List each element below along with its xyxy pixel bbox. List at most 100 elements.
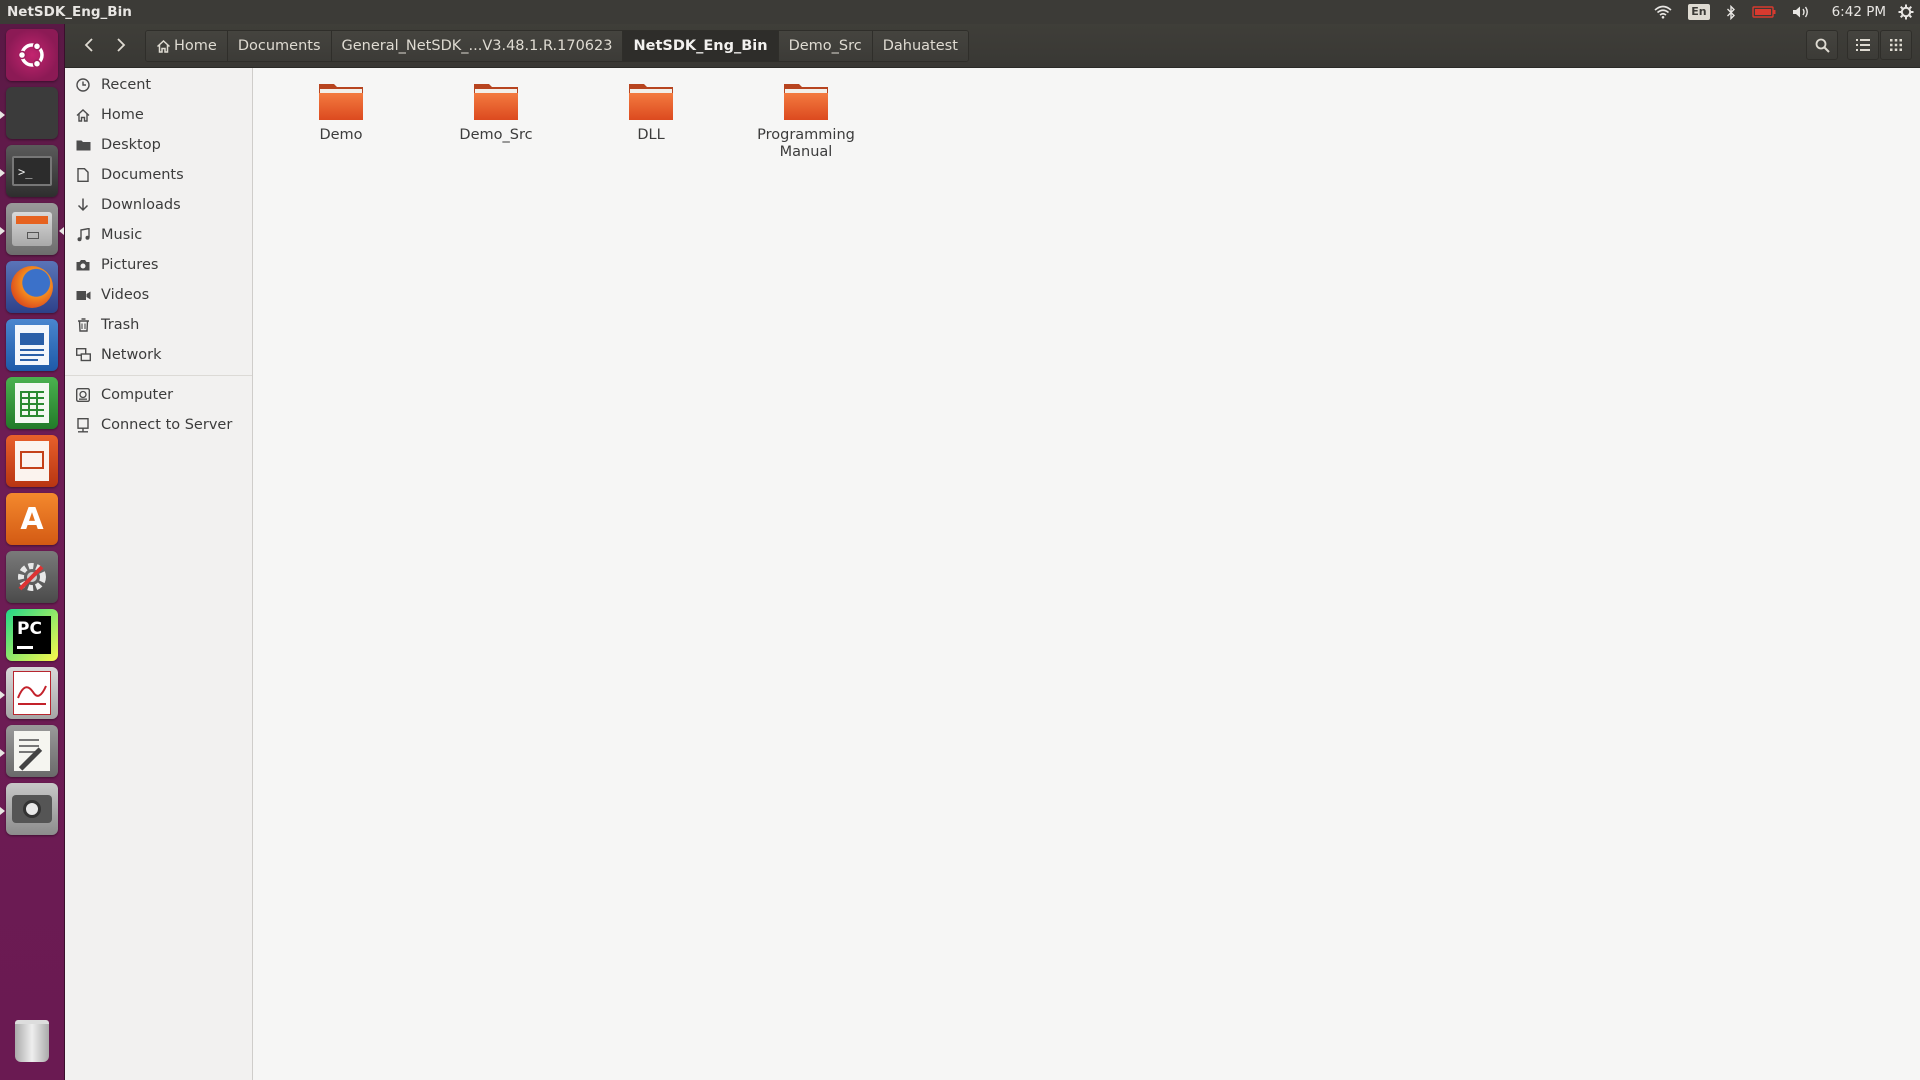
libreoffice-calc-icon[interactable]	[6, 377, 58, 429]
folder-icon	[75, 137, 91, 153]
sidebar-item-documents[interactable]: Documents	[65, 160, 252, 190]
sidebar-item-recent[interactable]: Recent	[65, 70, 252, 100]
sidebar-item-home[interactable]: Home	[65, 100, 252, 130]
sidebar-item-downloads[interactable]: Downloads	[65, 190, 252, 220]
breadcrumb-netsdk-eng-bin[interactable]: NetSDK_Eng_Bin	[623, 31, 779, 61]
file-view[interactable]: Demo Demo_Src DLL Programming Manual	[253, 68, 1920, 1080]
file-name: Programming Manual	[757, 127, 855, 160]
breadcrumb-label: Dahuatest	[882, 38, 958, 54]
breadcrumb-label: General_NetSDK_...V3.48.1.R.170623	[341, 38, 613, 54]
list-view-button[interactable]	[1847, 30, 1879, 60]
breadcrumb-label: Documents	[237, 38, 321, 54]
unity-launcher: >_ A PC	[0, 24, 65, 1080]
chevron-left-icon	[84, 38, 93, 52]
terminal-icon[interactable]: >_	[6, 145, 58, 197]
menu-button[interactable]	[1880, 30, 1912, 60]
breadcrumb-dahuatest[interactable]: Dahuatest	[872, 31, 968, 61]
firefox-icon[interactable]	[6, 261, 58, 313]
sidebar-item-label: Trash	[101, 317, 140, 333]
launcher-running-indicator	[0, 691, 5, 699]
ubuntu-dash-icon[interactable]	[6, 29, 58, 81]
sidebar-item-label: Network	[101, 347, 162, 363]
launcher-running-indicator	[0, 169, 5, 177]
folder-item-demo-src[interactable]: Demo_Src	[436, 80, 556, 144]
sidebar-separator	[65, 375, 252, 376]
folder-icon	[472, 80, 520, 122]
folder-icon	[317, 80, 365, 122]
sidebar-item-label: Videos	[101, 287, 150, 303]
forward-button[interactable]	[106, 30, 136, 60]
language-badge: En	[1688, 4, 1710, 20]
file-name: Demo_Src	[459, 127, 533, 143]
sidebar-item-label: Downloads	[101, 197, 181, 213]
ubuntu-software-icon[interactable]: A	[6, 493, 58, 545]
launcher-running-indicator	[0, 227, 5, 235]
keyboard-language-indicator[interactable]: En	[1680, 0, 1717, 24]
music-icon	[75, 227, 91, 243]
breadcrumb-documents[interactable]: Documents	[227, 31, 332, 61]
download-icon	[75, 197, 91, 213]
sidebar-item-music[interactable]: Music	[65, 220, 252, 250]
server-icon	[75, 417, 91, 433]
files-icon[interactable]	[6, 203, 58, 255]
folder-item-programming-manual[interactable]: Programming Manual	[746, 80, 866, 161]
sidebar-item-trash[interactable]: Trash	[65, 310, 252, 340]
grid-menu-icon	[1890, 39, 1902, 51]
folder-item-dll[interactable]: DLL	[591, 80, 711, 144]
libreoffice-writer-icon[interactable]	[6, 319, 58, 371]
document-viewer-icon[interactable]	[6, 667, 58, 719]
sidebar-item-label: Pictures	[101, 257, 159, 273]
sidebar-item-pictures[interactable]: Pictures	[65, 250, 252, 280]
network-icon	[75, 347, 91, 363]
launcher-running-indicator	[0, 749, 5, 757]
video-icon	[75, 287, 91, 303]
trash-launcher-icon[interactable]	[6, 1015, 58, 1067]
document-icon	[75, 167, 91, 183]
system-settings-gear-icon[interactable]	[1896, 0, 1920, 24]
clock[interactable]: 6:42 PM	[1820, 0, 1896, 24]
sidebar-item-desktop[interactable]: Desktop	[65, 130, 252, 160]
bluetooth-icon[interactable]	[1718, 0, 1744, 24]
header-bar: Home Documents General_NetSDK_...V3.48.1…	[65, 24, 1920, 68]
libreoffice-impress-icon[interactable]	[6, 435, 58, 487]
folder-item-demo[interactable]: Demo	[281, 80, 401, 144]
folder-icon	[782, 80, 830, 122]
sidebar-item-network[interactable]: Network	[65, 340, 252, 370]
folder-icon	[627, 80, 675, 122]
workspace-switcher-icon[interactable]	[6, 87, 58, 139]
breadcrumb-home[interactable]: Home	[146, 31, 228, 61]
breadcrumb-label: Home	[174, 38, 217, 54]
back-button[interactable]	[74, 30, 104, 60]
wifi-icon[interactable]	[1646, 0, 1680, 24]
sidebar-item-computer[interactable]: Computer	[65, 380, 252, 410]
sidebar-item-label: Computer	[101, 387, 174, 403]
search-button[interactable]	[1806, 30, 1838, 60]
system-settings-icon[interactable]	[6, 551, 58, 603]
launcher-running-indicator	[0, 111, 5, 119]
search-icon	[1815, 38, 1830, 53]
top-panel: NetSDK_Eng_Bin En 6:42 PM	[0, 0, 1920, 24]
breadcrumb-demo-src[interactable]: Demo_Src	[778, 31, 873, 61]
camera-icon	[75, 257, 91, 273]
file-name: Demo	[319, 127, 363, 143]
sidebar-item-connect-to-server[interactable]: Connect to Server	[65, 410, 252, 440]
volume-icon[interactable]	[1784, 0, 1820, 24]
pycharm-icon[interactable]: PC	[6, 609, 58, 661]
breadcrumb-general-netsdk[interactable]: General_NetSDK_...V3.48.1.R.170623	[331, 31, 624, 61]
clock-icon	[75, 77, 91, 93]
trash-icon	[75, 317, 91, 333]
sidebar-item-videos[interactable]: Videos	[65, 280, 252, 310]
launcher-running-indicator	[0, 807, 5, 815]
screenshot-camera-icon[interactable]	[6, 783, 58, 835]
battery-icon[interactable]	[1744, 0, 1784, 24]
home-icon	[75, 107, 91, 123]
sidebar-item-label: Desktop	[101, 137, 161, 153]
sidebar-item-label: Recent	[101, 77, 152, 93]
computer-icon	[75, 387, 91, 403]
sidebar-item-label: Connect to Server	[101, 417, 233, 433]
breadcrumb-label: Demo_Src	[788, 38, 862, 54]
text-editor-icon[interactable]	[6, 725, 58, 777]
breadcrumb: Home Documents General_NetSDK_...V3.48.1…	[145, 30, 969, 62]
system-tray: En 6:42 PM	[1646, 0, 1920, 24]
sidebar-item-label: Home	[101, 107, 144, 123]
